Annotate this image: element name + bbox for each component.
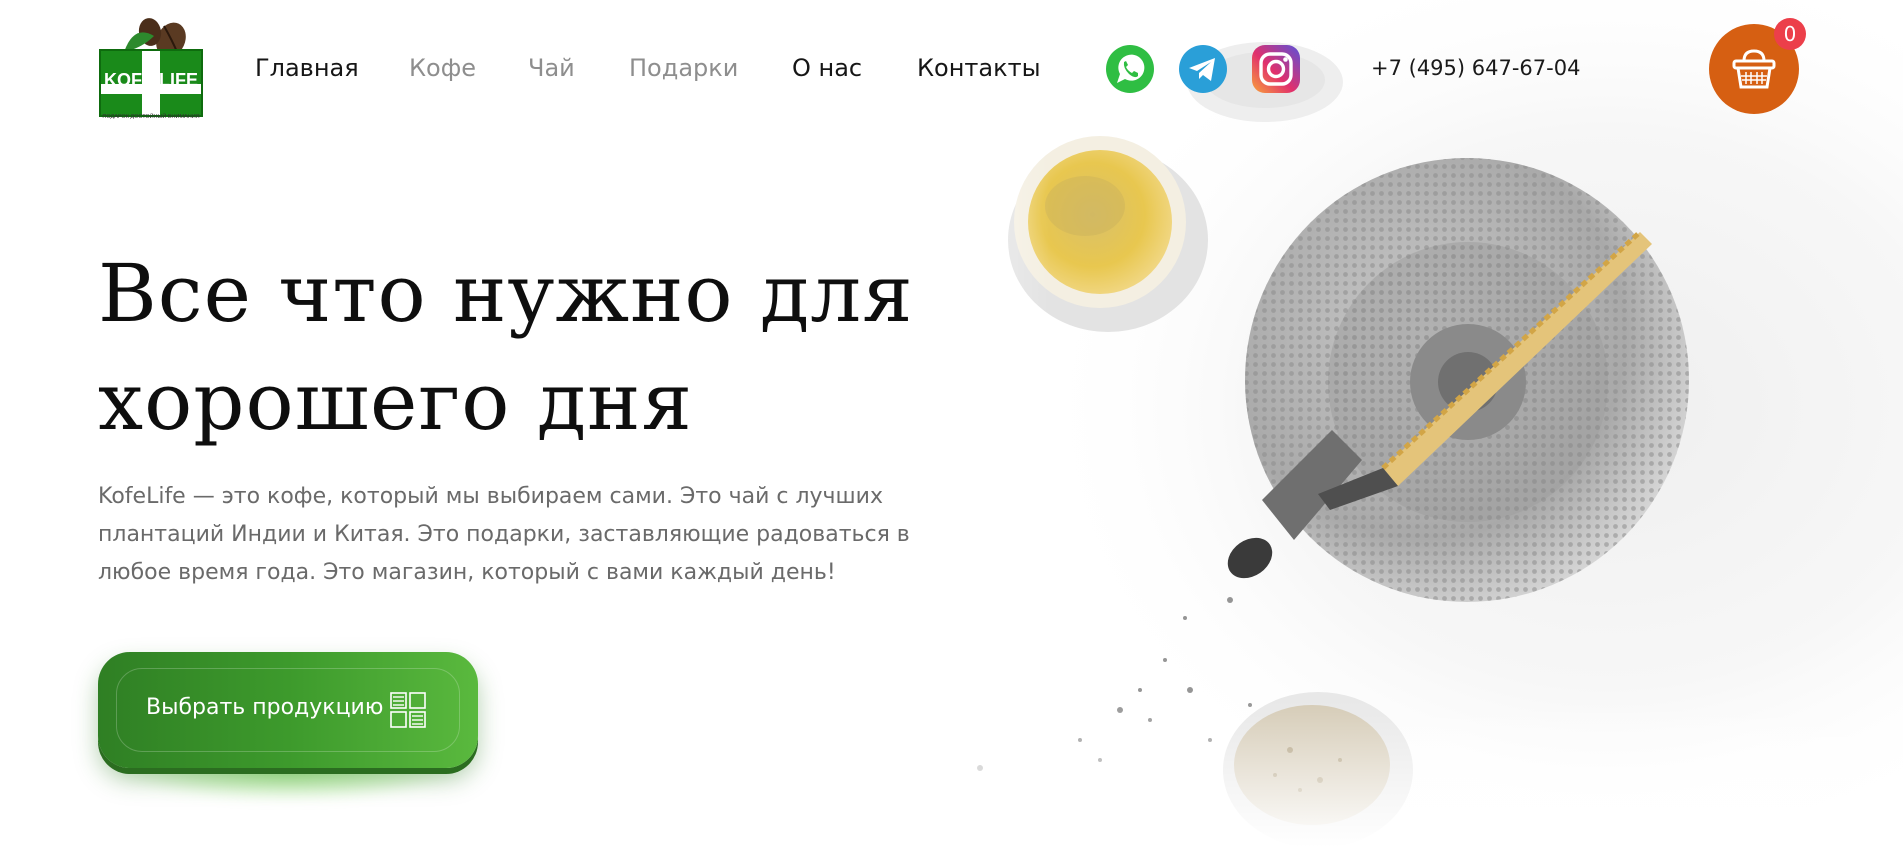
basket-icon (1732, 49, 1776, 89)
nav-tea[interactable]: Чай (528, 54, 575, 82)
telegram-icon (1179, 45, 1227, 93)
telegram-button[interactable] (1178, 44, 1228, 94)
cart-count-badge: 0 (1774, 18, 1806, 50)
hero-title: Все что нужно для хорошего дня (98, 247, 914, 448)
choose-products-button[interactable]: Выбрать продукцию (98, 652, 478, 768)
logo-brand: KOFE.LIFE (104, 70, 198, 90)
nav-contacts[interactable]: Контакты (917, 54, 1041, 82)
hero-description: KofeLife — это кофе, который мы выбираем… (98, 484, 910, 585)
nav-gifts[interactable]: Подарки (629, 54, 738, 82)
instagram-button[interactable] (1251, 44, 1301, 94)
grid-icon (390, 692, 426, 728)
whatsapp-icon (1106, 45, 1154, 93)
nav-coffee[interactable]: Кофе (409, 54, 476, 82)
phone-number[interactable]: +7 (495) 647-67-04 (1371, 56, 1580, 80)
logo-tagline: ПОДАРОК ДОСТОЙНЫЙ ВНИМАНИЯ (102, 114, 200, 120)
cta-label: Выбрать продукцию (146, 695, 384, 720)
logo[interactable]: KOFE.LIFE ПОДАРОК ДОСТОЙНЫЙ ВНИМАНИЯ (98, 18, 204, 124)
whatsapp-button[interactable] (1105, 44, 1155, 94)
nav-home[interactable]: Главная (255, 54, 359, 82)
nav-about[interactable]: О нас (792, 54, 862, 82)
instagram-icon (1252, 45, 1300, 93)
